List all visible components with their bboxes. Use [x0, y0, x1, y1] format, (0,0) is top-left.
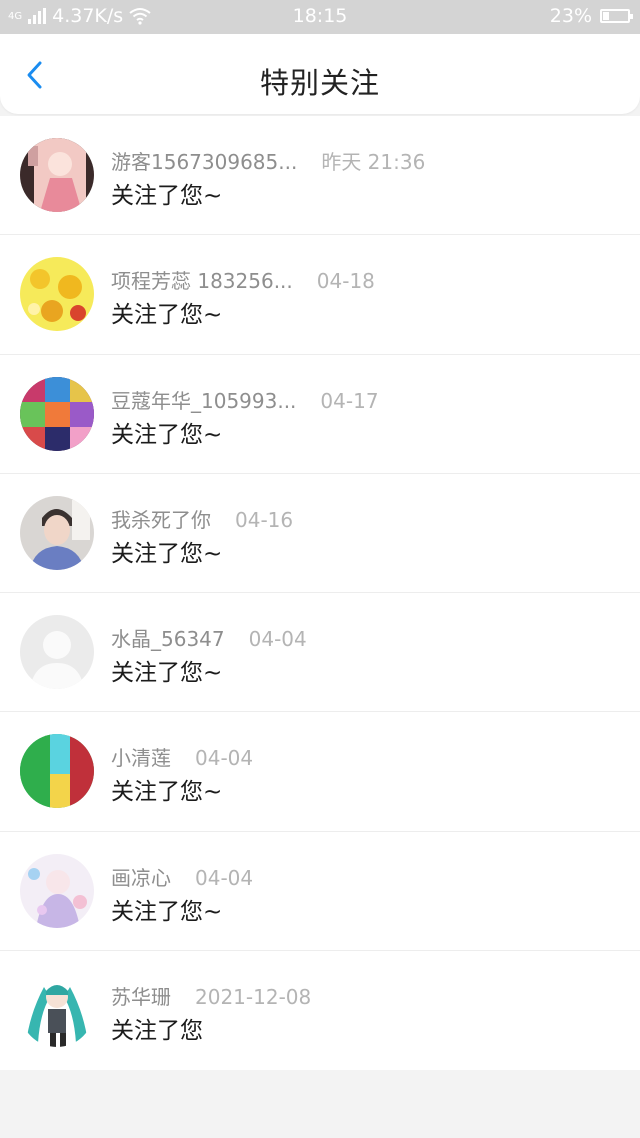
nav-header: 特别关注 [0, 34, 640, 114]
item-message: 关注了您~ [111, 421, 223, 448]
user-name: 游客1567309685... [111, 150, 298, 174]
list-item[interactable]: 项程芳蕊 183256... 04-18 关注了您~ [0, 235, 640, 355]
status-bar: 4G 4.37K/s 18:15 23% [0, 0, 640, 34]
item-date: 04-04 [195, 746, 254, 771]
avatar[interactable] [20, 376, 94, 451]
item-message: 关注了您~ [111, 183, 223, 209]
list-item[interactable]: 画凉心 04-04 关注了您~ [0, 832, 640, 951]
avatar[interactable] [20, 853, 94, 928]
clock: 18:15 [292, 5, 348, 27]
follower-list: 游客1567309685... 昨天 21:36 关注了您~ 项程芳蕊 18325… [0, 116, 640, 1070]
user-name: 小清莲 [111, 746, 171, 771]
avatar[interactable] [20, 257, 94, 332]
user-name: 画凉心 [111, 865, 171, 890]
item-date: 04-18 [316, 269, 375, 294]
avatar[interactable] [20, 615, 94, 689]
user-name: 豆蔻年华_105993... [111, 388, 297, 413]
list-item[interactable]: 游客1567309685... 昨天 21:36 关注了您~ [0, 116, 640, 236]
list-item[interactable]: 豆蔻年华_105993... 04-17 关注了您~ [0, 355, 640, 474]
item-date: 04-04 [195, 865, 254, 890]
item-date: 04-04 [248, 627, 307, 651]
list-item[interactable]: 水晶_56347 04-04 关注了您~ [0, 593, 640, 713]
list-item[interactable]: 苏华珊 2021-12-08 关注了您 [0, 951, 640, 1070]
item-date: 04-16 [235, 507, 294, 532]
item-message: 关注了您~ [111, 779, 223, 806]
user-name: 我杀死了你 [111, 507, 211, 532]
item-message: 关注了您~ [111, 540, 223, 567]
user-name: 苏华珊 [111, 984, 171, 1009]
item-message: 关注了您~ [111, 302, 223, 329]
list-item[interactable]: 我杀死了你 04-16 关注了您~ [0, 474, 640, 593]
default-avatar-icon [20, 615, 94, 689]
battery-percent: 23% [549, 5, 592, 27]
user-name: 项程芳蕊 183256... [111, 269, 293, 294]
avatar[interactable] [20, 138, 94, 212]
item-date: 2021-12-08 [195, 984, 312, 1009]
list-item[interactable]: 小清莲 04-04 关注了您~ [0, 712, 640, 832]
item-date: 昨天 21:36 [321, 150, 426, 174]
item-message: 关注了您 [111, 1017, 203, 1044]
battery-icon [600, 9, 633, 23]
item-message: 关注了您~ [111, 660, 223, 686]
user-name: 水晶_56347 [111, 627, 225, 651]
avatar[interactable] [20, 495, 94, 570]
avatar[interactable] [20, 734, 94, 809]
item-message: 关注了您~ [111, 898, 223, 925]
avatar[interactable] [20, 972, 94, 1047]
item-date: 04-17 [320, 388, 379, 413]
page-title: 特别关注 [259, 66, 380, 100]
